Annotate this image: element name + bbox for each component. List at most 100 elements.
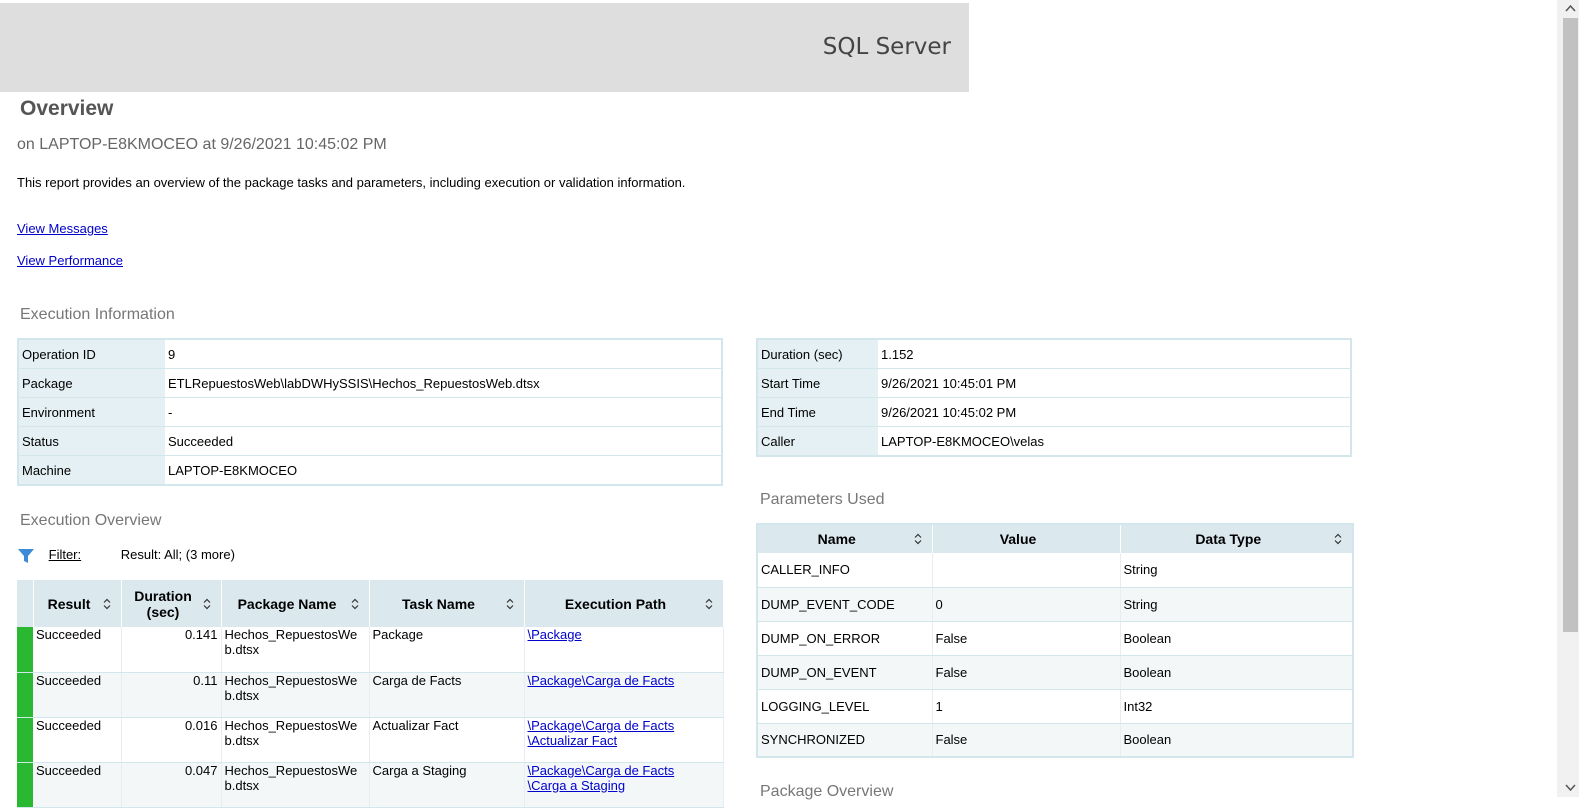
execution-path-link-cont[interactable]: \Actualizar Fact [528, 733, 618, 748]
page-title: Overview [20, 97, 114, 120]
package-name-cell: Hechos_RepuestosWeb.dtsx [221, 717, 370, 763]
task-name-cell: Package [369, 627, 525, 673]
param-type-cell: Boolean [1120, 655, 1354, 690]
info-row: End Time 9/26/2021 10:45:02 PM [757, 397, 1351, 427]
execution-info-right-table: Duration (sec) 1.152 Start Time 9/26/2021 1… [756, 338, 1352, 457]
execution-path-link[interactable]: \Package [528, 627, 582, 642]
execution-path-cell: \Package\Carga de Facts \Actualizar Fact [524, 717, 724, 763]
report-banner: SQL Server [0, 3, 969, 92]
column-header[interactable]: Duration (sec) [121, 580, 222, 627]
param-value-cell: 0 [932, 587, 1121, 622]
param-name-cell: DUMP_ON_EVENT [757, 655, 933, 690]
column-header[interactable]: Package Name [221, 580, 370, 627]
info-key: Start Time [757, 368, 878, 398]
sort-icon[interactable] [1334, 533, 1342, 545]
info-key: Environment [18, 397, 165, 427]
param-column-header: Value [932, 524, 1121, 553]
info-key: Machine [18, 455, 165, 486]
sort-icon[interactable] [914, 533, 922, 545]
product-name: SQL Server [822, 34, 951, 60]
view-performance-link[interactable]: View Performance [17, 253, 123, 268]
table-row: Succeeded 0.016 Hechos_RepuestosWeb.dtsx Ac… [17, 717, 724, 763]
parameters-used-title: Parameters Used [760, 491, 885, 508]
report-description: This report provides an overview of the … [17, 175, 686, 190]
package-name-cell: Hechos_RepuestosWeb.dtsx [221, 762, 370, 808]
column-header-label: Result [47, 595, 91, 612]
table-row: SYNCHRONIZED False Boolean [757, 723, 1354, 758]
table-row: Succeeded 0.141 Hechos_RepuestosWeb.dtsx Pa… [17, 627, 724, 673]
info-key: Operation ID [18, 339, 165, 369]
table-row: DUMP_EVENT_CODE 0 String [757, 587, 1354, 622]
param-type-cell: String [1120, 553, 1354, 588]
execution-path-link-cont[interactable]: \Carga a Staging [528, 778, 626, 793]
info-row: Package ETLRepuestosWeb\labDWHySSIS\Hecho… [18, 368, 722, 398]
execution-path-link[interactable]: \Package\Carga de Facts [528, 718, 675, 733]
column-header-label: Package Name [237, 595, 337, 612]
scrollbar-thumb[interactable] [1563, 18, 1578, 632]
info-value: 9/26/2021 10:45:01 PM [878, 368, 1351, 398]
sort-icon[interactable] [705, 598, 713, 610]
filter-icon[interactable] [17, 547, 35, 565]
param-type-cell: Int32 [1120, 689, 1354, 724]
param-name-cell: LOGGING_LEVEL [757, 689, 933, 724]
page-subtitle: on LAPTOP-E8KMOCEO at 9/26/2021 10:45:02… [17, 136, 387, 153]
status-column-header [17, 580, 34, 627]
info-row: Operation ID 9 [18, 339, 722, 369]
view-messages-link[interactable]: View Messages [17, 221, 108, 236]
param-name-cell: DUMP_ON_ERROR [757, 621, 933, 656]
param-value-cell: False [932, 723, 1121, 758]
vertical-scrollbar[interactable] [1557, 0, 1579, 797]
column-header-label: Name [817, 531, 856, 547]
execution-info-left-table: Operation ID 9 Package ETLRepuestosWeb\labD… [17, 338, 723, 486]
param-column-header[interactable]: Name [757, 524, 933, 553]
info-value: LAPTOP-E8KMOCEO [165, 455, 722, 486]
info-value: LAPTOP-E8KMOCEO\velas [878, 426, 1351, 457]
sort-icon[interactable] [506, 598, 514, 610]
duration-cell: 0.047 [121, 762, 222, 808]
param-name-cell: CALLER_INFO [757, 553, 933, 588]
info-value: 9/26/2021 10:45:02 PM [878, 397, 1351, 427]
execution-path-link[interactable]: \Package\Carga de Facts [528, 673, 675, 688]
column-header[interactable]: Result [33, 580, 122, 627]
info-row: Machine LAPTOP-E8KMOCEO [18, 455, 722, 486]
info-row: Duration (sec) 1.152 [757, 339, 1351, 369]
info-key: Status [18, 426, 165, 456]
column-header-label: Duration (sec) [134, 587, 192, 620]
info-key: Caller [757, 426, 878, 457]
param-column-header[interactable]: Data Type [1120, 524, 1354, 553]
duration-cell: 0.016 [121, 717, 222, 763]
package-name-cell: Hechos_RepuestosWeb.dtsx [221, 627, 370, 673]
success-indicator [17, 762, 33, 808]
info-row: Start Time 9/26/2021 10:45:01 PM [757, 368, 1351, 398]
execution-path-link[interactable]: \Package\Carga de Facts [528, 763, 675, 778]
scroll-down-icon[interactable] [1563, 780, 1578, 794]
package-name-cell: Hechos_RepuestosWeb.dtsx [221, 672, 370, 718]
duration-cell: 0.11 [121, 672, 222, 718]
success-indicator [17, 672, 33, 718]
filter-bar: Filter: Result: All; (3 more) [17, 547, 235, 565]
scroll-up-icon[interactable] [1563, 2, 1578, 16]
sort-icon[interactable] [351, 598, 359, 610]
result-cell: Succeeded [33, 627, 122, 673]
filter-value: Result: All; (3 more) [120, 547, 235, 563]
success-indicator [17, 627, 33, 673]
sort-icon[interactable] [203, 598, 211, 610]
filter-link[interactable]: Filter: [49, 547, 82, 562]
column-header[interactable]: Execution Path [524, 580, 724, 627]
info-value: 1.152 [878, 339, 1351, 369]
column-header-label: Execution Path [564, 595, 667, 612]
table-row: Succeeded 0.11 Hechos_RepuestosWeb.dtsx Car… [17, 672, 724, 718]
column-header[interactable]: Task Name [369, 580, 525, 627]
table-row: DUMP_ON_EVENT False Boolean [757, 655, 1354, 690]
task-name-cell: Actualizar Fact [369, 717, 525, 763]
info-key: Package [18, 368, 165, 398]
column-header-label: Value [999, 531, 1037, 547]
execution-overview-table: Result Duration (sec) Package Name Task Nam… [17, 580, 724, 808]
duration-cell: 0.141 [121, 627, 222, 673]
result-cell: Succeeded [33, 762, 122, 808]
table-row: DUMP_ON_ERROR False Boolean [757, 621, 1354, 656]
sort-icon[interactable] [103, 598, 111, 610]
table-row: Succeeded 0.047 Hechos_RepuestosWeb.dtsx Ca… [17, 762, 724, 808]
param-name-cell: SYNCHRONIZED [757, 723, 933, 758]
parameters-table: Name Value Data Type CALLER_INFO String DUMP… [756, 523, 1354, 758]
